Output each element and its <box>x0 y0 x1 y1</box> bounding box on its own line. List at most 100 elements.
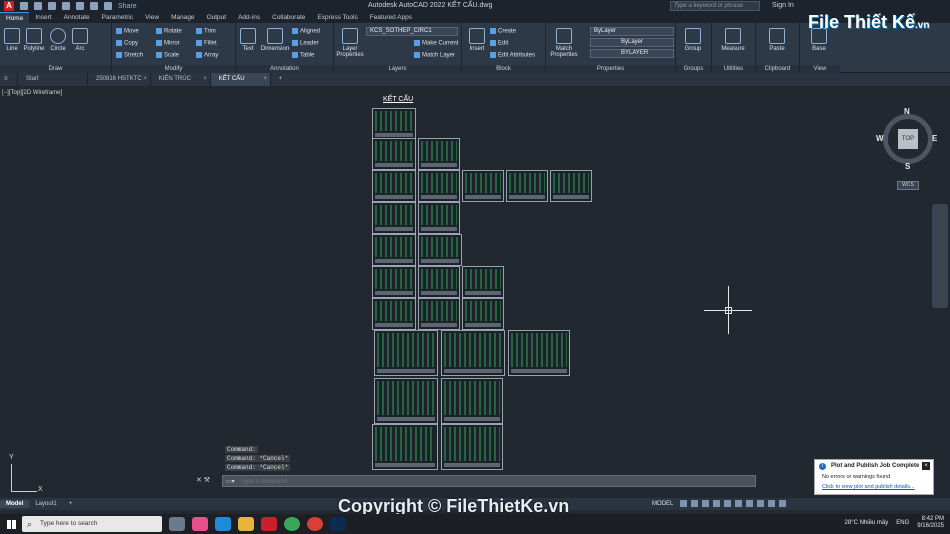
chrome-icon[interactable] <box>284 517 300 531</box>
tab-annotate[interactable]: Annotate <box>58 12 96 23</box>
move-button[interactable]: Move <box>116 28 139 35</box>
help-search-input[interactable]: Type a keyword or phrase <box>670 1 760 11</box>
drawing-sheet[interactable] <box>372 298 416 330</box>
viewcube-top-face[interactable]: TOP <box>898 129 918 149</box>
create-block-button[interactable]: Create <box>490 28 516 35</box>
compass-east[interactable]: E <box>932 134 937 143</box>
panel-label-properties[interactable]: Properties <box>546 65 675 73</box>
photoshop-icon[interactable] <box>330 517 346 531</box>
drawing-viewport[interactable]: [−][Top][2D Wireframe] KẾT CẤU TOP N S E… <box>0 86 950 498</box>
open-icon[interactable] <box>34 2 42 10</box>
windows-start-button[interactable] <box>0 514 22 534</box>
close-icon[interactable]: × <box>143 76 147 82</box>
drawing-sheet[interactable] <box>508 330 570 376</box>
drawing-sheet[interactable] <box>372 170 416 202</box>
drawing-sheet[interactable] <box>550 170 592 202</box>
measure-button[interactable]: Measure <box>718 28 748 52</box>
new-icon[interactable] <box>20 2 28 10</box>
save-icon[interactable] <box>48 2 56 10</box>
stretch-button[interactable]: Stretch <box>116 52 143 59</box>
mirror-button[interactable]: Mirror <box>156 40 180 47</box>
circle-button[interactable]: Circle <box>48 28 68 52</box>
grid-icon[interactable] <box>680 500 687 507</box>
osnap-icon[interactable] <box>724 500 731 507</box>
make-current-button[interactable]: Make Current <box>414 40 458 47</box>
panel-label-draw[interactable]: Draw <box>0 65 111 73</box>
close-icon[interactable]: × <box>203 76 207 82</box>
chrome-profile-icon[interactable] <box>307 517 323 531</box>
file-explorer-icon[interactable] <box>238 517 254 531</box>
viewcube[interactable]: TOP N S E W <box>876 107 938 172</box>
taskbar-search[interactable]: Type here to search <box>22 516 162 532</box>
file-tab-ket-cau[interactable]: KẾT CẤU × <box>210 73 271 86</box>
panel-label-view[interactable]: View <box>800 65 840 73</box>
panel-label-clipboard[interactable]: Clipboard <box>756 65 799 73</box>
snap-icon[interactable] <box>691 500 698 507</box>
drawing-sheet[interactable] <box>374 330 438 376</box>
rotate-button[interactable]: Rotate <box>156 28 182 35</box>
drawing-sheet[interactable] <box>418 138 460 170</box>
model-space-toggle[interactable]: MODEL <box>652 501 673 507</box>
ortho-icon[interactable] <box>702 500 709 507</box>
file-tab-kien-truc[interactable]: KIẾN TRÚC × <box>151 73 211 86</box>
array-button[interactable]: Array <box>196 52 218 59</box>
copilot-icon[interactable] <box>192 517 208 531</box>
tab-layout1[interactable]: Layout1 <box>29 500 62 508</box>
file-tab-hstktc[interactable]: 250816 HSTKTC × <box>88 73 151 86</box>
navigation-bar[interactable] <box>932 204 948 308</box>
lineweight-icon[interactable] <box>735 500 742 507</box>
tab-insert[interactable]: Insert <box>29 12 57 23</box>
drawing-sheet[interactable] <box>372 234 416 266</box>
layer-properties-button[interactable]: Layer Properties <box>336 28 364 58</box>
edit-block-button[interactable]: Edit <box>490 40 508 47</box>
settings-icon[interactable] <box>768 500 775 507</box>
panel-label-modify[interactable]: Modify <box>112 65 235 73</box>
add-layout-button[interactable]: + <box>63 500 79 508</box>
drawing-sheet[interactable] <box>441 378 503 424</box>
compass-south[interactable]: S <box>905 162 910 171</box>
close-icon[interactable]: × <box>922 462 930 470</box>
trim-button[interactable]: Trim <box>196 28 216 35</box>
close-icon[interactable]: × <box>263 76 267 82</box>
tab-express-tools[interactable]: Express Tools <box>311 12 363 23</box>
new-tab-button[interactable]: + <box>271 73 291 86</box>
match-properties-button[interactable]: Match Properties <box>548 28 580 58</box>
command-prompt-icon[interactable]: ▭▾ <box>226 478 235 485</box>
drawing-sheet[interactable] <box>462 170 504 202</box>
drawing-sheet[interactable] <box>462 298 504 330</box>
panel-label-block[interactable]: Block <box>462 65 545 73</box>
tab-output[interactable]: Output <box>201 12 233 23</box>
match-layer-button[interactable]: Match Layer <box>414 52 455 59</box>
arc-button[interactable]: Arc <box>70 28 90 52</box>
save-as-icon[interactable] <box>62 2 70 10</box>
task-view-icon[interactable] <box>169 517 185 531</box>
scale-button[interactable]: Scale <box>156 52 179 59</box>
weather-widget[interactable]: 28°C Nhiều mây <box>845 520 889 526</box>
aligned-button[interactable]: Aligned <box>292 28 320 35</box>
polyline-button[interactable]: Polyline <box>22 28 46 52</box>
tab-add-ins[interactable]: Add-ins <box>232 12 266 23</box>
compass-north[interactable]: N <box>904 107 910 116</box>
dimension-button[interactable]: Dimension <box>260 28 290 52</box>
command-close-icon[interactable]: ✕ ⚒ <box>196 476 210 484</box>
drawing-sheet[interactable] <box>418 266 460 298</box>
tab-view[interactable]: View <box>139 12 165 23</box>
clock[interactable]: 8:42 PM 9/16/2025 <box>917 516 944 530</box>
panel-label-groups[interactable]: Groups <box>676 65 711 73</box>
drawing-sheet[interactable] <box>418 234 462 266</box>
color-dropdown[interactable]: ByLayer <box>590 27 674 36</box>
edge-icon[interactable] <box>215 517 231 531</box>
drawing-sheet[interactable] <box>372 266 416 298</box>
leader-button[interactable]: Leader <box>292 40 319 47</box>
drawing-sheet[interactable] <box>418 298 460 330</box>
viewport-controls[interactable]: [−][Top][2D Wireframe] <box>2 90 62 96</box>
polar-icon[interactable] <box>713 500 720 507</box>
copy-button[interactable]: Copy <box>116 40 138 47</box>
drawing-sheet[interactable] <box>418 170 460 202</box>
table-button[interactable]: Table <box>292 52 314 59</box>
drawing-sheet[interactable] <box>374 378 438 424</box>
lineweight-dropdown[interactable]: BYLAYER <box>590 49 674 58</box>
panel-label-annotation[interactable]: Annotation <box>236 65 333 73</box>
workspace-icon[interactable] <box>757 500 764 507</box>
command-input[interactable] <box>241 477 741 486</box>
